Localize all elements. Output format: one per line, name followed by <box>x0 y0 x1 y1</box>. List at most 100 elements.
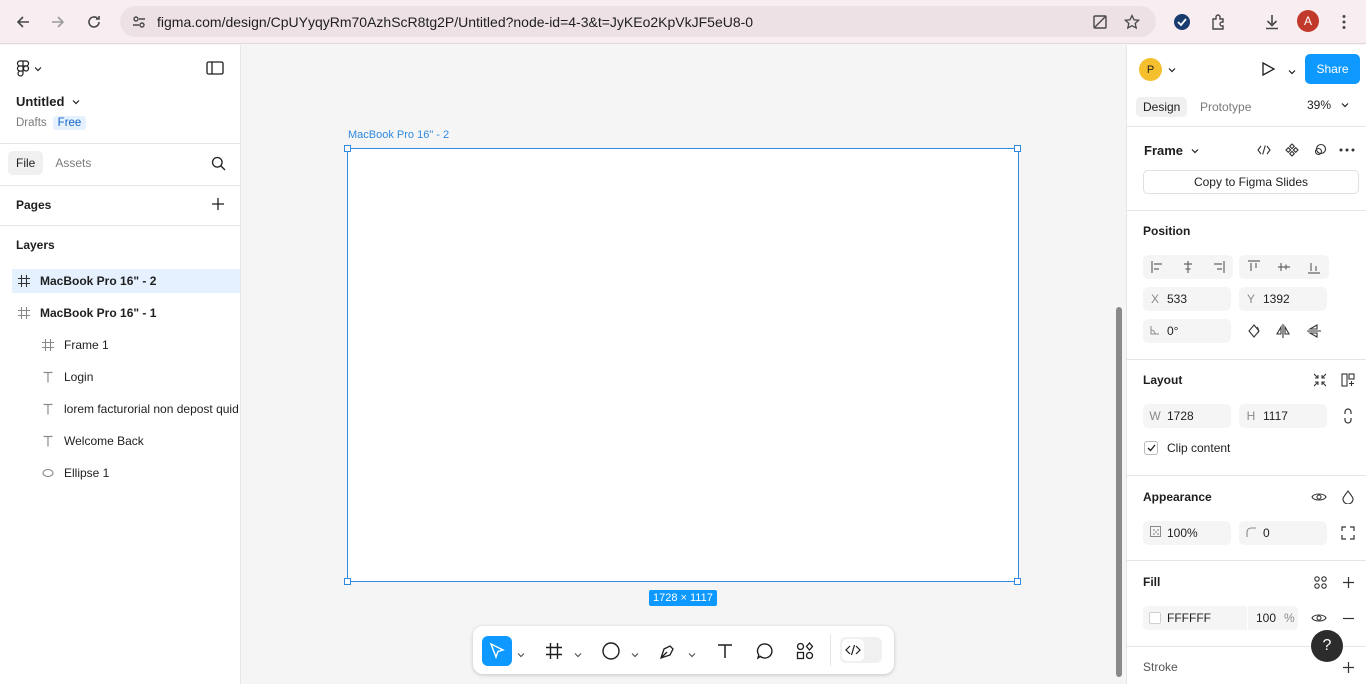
width-field[interactable]: W 1728 <box>1143 404 1231 428</box>
code-icon[interactable] <box>1253 139 1275 161</box>
back-button[interactable] <box>9 8 37 36</box>
no-tracking-icon[interactable] <box>1091 13 1109 31</box>
fill-opacity[interactable]: 100 <box>1256 611 1276 625</box>
text-tool-button[interactable] <box>710 636 740 666</box>
opacity-field[interactable]: 100% <box>1143 521 1231 545</box>
more-icon[interactable] <box>1336 139 1358 161</box>
clip-content-label[interactable]: Clip content <box>1167 441 1230 455</box>
zoom-menu[interactable]: 39% <box>1307 98 1349 112</box>
resize-handle-bottom-left[interactable] <box>344 578 351 585</box>
rotation-field[interactable]: 0° <box>1143 319 1231 343</box>
align-middle-icon[interactable] <box>1269 255 1299 279</box>
align-center-h-icon[interactable] <box>1173 255 1203 279</box>
layer-name[interactable]: MacBook Pro 16" - 1 <box>40 306 156 320</box>
chevron-down-icon[interactable] <box>1288 65 1296 79</box>
rotate-icon[interactable] <box>1243 320 1265 342</box>
y-position-field[interactable]: Y 1392 <box>1239 287 1327 311</box>
flip-horizontal-icon[interactable] <box>1272 320 1294 342</box>
present-button[interactable] <box>1260 61 1276 80</box>
resize-handle-top-left[interactable] <box>344 145 351 152</box>
resize-handle-bottom-right[interactable] <box>1014 578 1021 585</box>
layer-row[interactable]: Welcome Back <box>36 429 240 453</box>
plan-badge[interactable]: Free <box>52 116 87 130</box>
fill-color-field[interactable]: FFFFFF 100 % <box>1143 606 1298 630</box>
collapse-icon[interactable] <box>1309 369 1331 391</box>
url-text[interactable]: figma.com/design/CpUYyqyRm70AzhScR8tg2P/… <box>157 14 753 30</box>
help-button[interactable]: ? <box>1311 630 1343 662</box>
flip-vertical-icon[interactable] <box>1303 320 1325 342</box>
w-value[interactable]: 1728 <box>1167 409 1194 423</box>
align-bottom-icon[interactable] <box>1299 255 1329 279</box>
h-value[interactable]: 1117 <box>1263 409 1288 423</box>
align-top-icon[interactable] <box>1239 255 1269 279</box>
toggle-ui-button[interactable] <box>206 61 224 78</box>
pen-tool-button[interactable] <box>653 636 683 666</box>
layer-row[interactable]: Ellipse 1 <box>36 461 240 485</box>
layer-row[interactable]: lorem facturorial non depost quid <box>36 397 240 421</box>
add-page-button[interactable] <box>211 197 225 214</box>
comment-tool-button[interactable] <box>750 636 780 666</box>
boolean-icon[interactable] <box>1309 139 1331 161</box>
tab-assets[interactable]: Assets <box>47 151 99 175</box>
height-field[interactable]: H 1117 <box>1239 404 1327 428</box>
extension-check-icon[interactable] <box>1169 9 1195 35</box>
opacity-value[interactable]: 100% <box>1167 526 1198 540</box>
download-icon[interactable] <box>1259 9 1285 35</box>
main-menu-button[interactable] <box>16 60 42 78</box>
user-avatar[interactable]: P <box>1139 58 1162 81</box>
layer-name[interactable]: Ellipse 1 <box>64 466 109 480</box>
bookmark-star-icon[interactable] <box>1123 13 1141 31</box>
profile-avatar[interactable]: A <box>1297 10 1319 32</box>
clip-content-checkbox[interactable] <box>1144 441 1158 455</box>
align-right-icon[interactable] <box>1203 255 1233 279</box>
layer-name[interactable]: Frame 1 <box>64 338 109 352</box>
shape-tool-button[interactable] <box>596 636 626 666</box>
selected-frame[interactable] <box>347 148 1019 582</box>
layer-name[interactable]: Welcome Back <box>64 434 144 448</box>
forward-button[interactable] <box>44 8 72 36</box>
blend-mode-icon[interactable] <box>1337 486 1359 508</box>
copy-to-slides-button[interactable]: Copy to Figma Slides <box>1143 170 1359 194</box>
extensions-puzzle-icon[interactable] <box>1206 9 1232 35</box>
site-settings-icon[interactable] <box>131 14 147 33</box>
align-left-icon[interactable] <box>1143 255 1173 279</box>
add-stroke-plus-icon[interactable] <box>1337 656 1359 678</box>
chevron-down-icon[interactable] <box>1168 63 1176 77</box>
styles-grid-icon[interactable] <box>1309 571 1331 593</box>
move-tool-button[interactable] <box>482 636 512 666</box>
add-fill-plus-icon[interactable] <box>1337 571 1359 593</box>
address-bar[interactable]: figma.com/design/CpUYyqyRm70AzhScR8tg2P/… <box>120 6 1156 37</box>
layer-name[interactable]: lorem facturorial non depost quid <box>64 402 239 416</box>
tab-design[interactable]: Design <box>1136 97 1188 117</box>
frame-label[interactable]: MacBook Pro 16" - 2 <box>348 129 449 141</box>
tab-prototype[interactable]: Prototype <box>1193 97 1258 117</box>
dev-mode-toggle[interactable] <box>840 637 882 663</box>
layer-row[interactable]: MacBook Pro 16" - 2 <box>12 269 240 293</box>
auto-layout-icon[interactable] <box>1337 369 1359 391</box>
individual-corners-icon[interactable] <box>1337 522 1359 544</box>
pages-heading[interactable]: Pages <box>16 198 51 212</box>
x-value[interactable]: 533 <box>1167 292 1187 306</box>
chevron-down-icon[interactable] <box>574 648 582 662</box>
browser-menu-icon[interactable] <box>1331 9 1357 35</box>
y-value[interactable]: 1392 <box>1263 292 1290 306</box>
fill-swatch[interactable] <box>1149 612 1161 624</box>
chevron-down-icon[interactable] <box>688 648 696 662</box>
search-layers-button[interactable] <box>211 156 226 174</box>
canvas-scrollbar[interactable] <box>1116 307 1122 677</box>
share-button[interactable]: Share <box>1305 54 1360 84</box>
eye-icon[interactable] <box>1308 486 1330 508</box>
x-position-field[interactable]: X 533 <box>1143 287 1231 311</box>
zoom-level[interactable]: 39% <box>1307 98 1331 112</box>
remove-fill-minus-icon[interactable] <box>1337 607 1359 629</box>
frame-type-menu[interactable]: Frame <box>1144 143 1199 158</box>
chevron-down-icon[interactable] <box>517 648 525 662</box>
actions-button[interactable] <box>790 636 820 666</box>
file-name-button[interactable]: Untitled <box>16 94 80 109</box>
frame-type-label[interactable]: Frame <box>1144 143 1183 158</box>
reload-button[interactable] <box>80 8 108 36</box>
fill-hex[interactable]: FFFFFF <box>1167 611 1247 625</box>
component-icon[interactable] <box>1281 139 1303 161</box>
constrain-proportions-icon[interactable] <box>1337 405 1359 427</box>
layer-name[interactable]: MacBook Pro 16" - 2 <box>40 274 156 288</box>
